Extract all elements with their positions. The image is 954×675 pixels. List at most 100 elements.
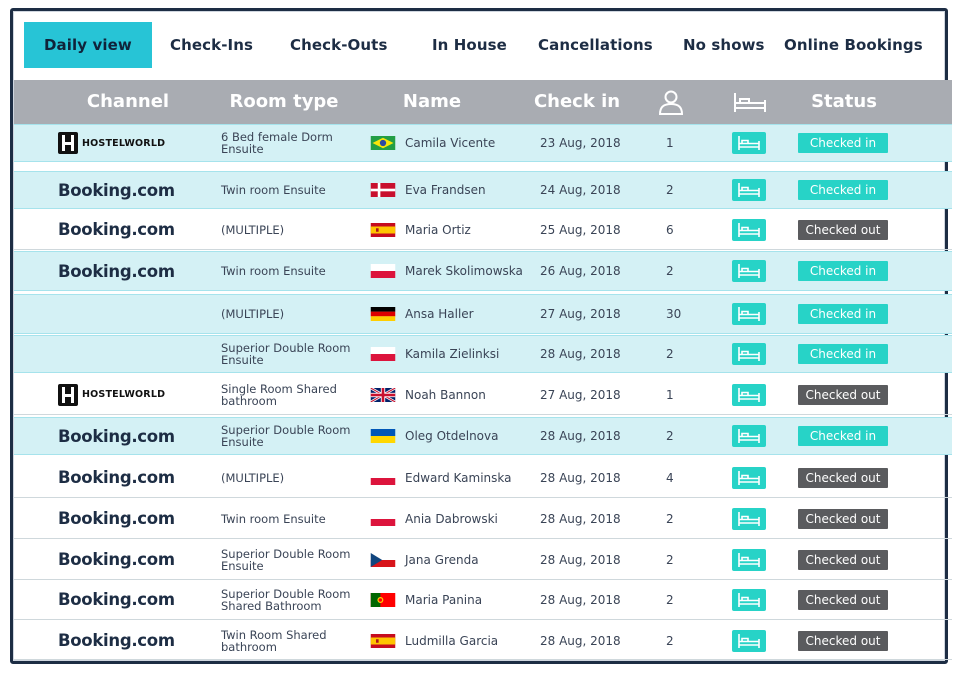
flag-czech-icon xyxy=(370,540,398,579)
table-row[interactable]: Booking.com (MULTIPLE) Maria Ortiz 25 Aug, … xyxy=(14,210,952,250)
hostelworld-logo: HOSTELWORLD xyxy=(58,383,166,406)
hostelworld-wordmark: HOSTELWORLD xyxy=(82,389,166,400)
flag-ukraine-icon xyxy=(370,418,398,454)
bed-icon[interactable] xyxy=(732,466,766,489)
guest-name[interactable]: Edward Kaminska xyxy=(405,458,545,497)
tab-in-house[interactable]: In House xyxy=(432,22,507,68)
channel-cell xyxy=(58,295,218,333)
bed-icon[interactable] xyxy=(732,303,766,325)
channel-cell: Booking.com xyxy=(58,622,218,659)
hostelworld-icon xyxy=(58,132,78,154)
table-row[interactable]: HOSTELWORLD Single Room Shared bathroom No… xyxy=(14,375,952,415)
guest-count: 30 xyxy=(666,307,682,321)
bed-icon[interactable] xyxy=(730,80,770,124)
bed-icon[interactable] xyxy=(732,179,766,201)
bed-cell xyxy=(732,375,768,414)
guest-name[interactable]: Ludmilla Garcia xyxy=(405,622,545,659)
check-in-date: 25 Aug, 2018 xyxy=(540,222,621,237)
bed-icon[interactable] xyxy=(732,588,766,611)
guest-count: 1 xyxy=(666,136,674,150)
table-row[interactable]: Booking.com Superior Double Room Shared B… xyxy=(14,580,952,620)
check-in-date: 24 Aug, 2018 xyxy=(540,183,621,197)
tab-check-outs[interactable]: Check-Outs xyxy=(290,22,387,68)
guest-name[interactable]: Marek Skolimowska xyxy=(405,252,545,290)
table-row[interactable]: Booking.com Superior Double Room Ensuite J… xyxy=(14,540,952,580)
header-room-type[interactable]: Room type xyxy=(214,80,354,124)
check-in-date: 28 Aug, 2018 xyxy=(540,347,621,361)
bed-icon[interactable] xyxy=(732,548,766,571)
status-badge[interactable]: Checked out xyxy=(798,589,888,610)
guest-count: 6 xyxy=(666,222,674,237)
bed-icon[interactable] xyxy=(732,425,766,447)
guest-name[interactable]: Ania Dabrowski xyxy=(405,499,545,538)
table-row[interactable]: Booking.com Twin room Ensuite Eva Frandsen… xyxy=(14,171,952,209)
tab-check-ins[interactable]: Check-Ins xyxy=(170,22,253,68)
check-in-date: 28 Aug, 2018 xyxy=(540,552,621,567)
status-badge[interactable]: Checked in xyxy=(798,344,888,364)
bed-icon[interactable] xyxy=(732,629,766,652)
bed-icon[interactable] xyxy=(732,132,766,154)
table-row[interactable]: (MULTIPLE) Ansa Haller 27 Aug, 2018 30 Check… xyxy=(14,294,952,334)
flag-poland-icon xyxy=(370,336,398,372)
table-row[interactable]: Booking.com Twin room Ensuite Marek Skolim… xyxy=(14,251,952,291)
status-badge[interactable]: Checked in xyxy=(798,426,888,446)
bed-icon[interactable] xyxy=(732,383,766,406)
flag-spain-icon xyxy=(370,210,398,249)
status-badge[interactable]: Checked in xyxy=(798,304,888,324)
guest-name[interactable]: Oleg Otdelnova xyxy=(405,418,545,454)
guest-name[interactable]: Eva Frandsen xyxy=(405,172,545,208)
table-row[interactable]: Booking.com Twin Room Shared bathroom Ludm… xyxy=(14,622,952,660)
guest-name[interactable]: Kamila Zielinksi xyxy=(405,336,545,372)
status-cell: Checked out xyxy=(798,622,890,659)
status-badge[interactable]: Checked out xyxy=(798,219,888,240)
bed-icon[interactable] xyxy=(732,218,766,241)
bed-icon[interactable] xyxy=(732,507,766,530)
table-row[interactable]: Booking.com Twin room Ensuite Ania Dabrows… xyxy=(14,499,952,539)
guest-name[interactable]: Ansa Haller xyxy=(405,295,545,333)
channel-cell: Booking.com xyxy=(58,172,218,208)
booking-com-logo: Booking.com xyxy=(58,180,175,200)
header-check-in[interactable]: Check in xyxy=(522,80,632,124)
room-type-cell: Twin room Ensuite xyxy=(221,511,326,526)
status-badge[interactable]: Checked out xyxy=(798,384,888,405)
flag-poland-icon xyxy=(370,252,398,290)
check-in-date: 27 Aug, 2018 xyxy=(540,307,621,321)
status-badge[interactable]: Checked in xyxy=(798,133,888,153)
channel-cell: Booking.com xyxy=(58,458,218,497)
table-header: Channel Room type Name Check in Status xyxy=(14,80,952,124)
status-badge[interactable]: Checked in xyxy=(798,180,888,200)
bed-icon[interactable] xyxy=(732,260,766,282)
booking-com-logo: Booking.com xyxy=(58,261,175,281)
check-in-date: 26 Aug, 2018 xyxy=(540,264,621,278)
header-name[interactable]: Name xyxy=(372,80,492,124)
status-badge[interactable]: Checked in xyxy=(798,261,888,281)
booking-com-logo: Booking.com xyxy=(58,631,175,650)
guest-count: 2 xyxy=(666,183,674,197)
status-badge[interactable]: Checked out xyxy=(798,549,888,570)
table-row[interactable]: HOSTELWORLD 6 Bed female Dorm Ensuite Cami… xyxy=(14,124,952,162)
person-icon[interactable] xyxy=(656,80,686,124)
guest-name[interactable]: Noah Bannon xyxy=(405,375,545,414)
guest-count: 2 xyxy=(666,633,674,648)
room-type-cell: Single Room Shared bathroom xyxy=(221,381,337,408)
header-status[interactable]: Status xyxy=(800,80,888,124)
status-cell: Checked in xyxy=(798,295,890,333)
status-badge[interactable]: Checked out xyxy=(798,508,888,529)
tab-daily-view[interactable]: Daily view xyxy=(24,22,152,68)
bed-icon[interactable] xyxy=(732,343,766,365)
tab-cancellations[interactable]: Cancellations xyxy=(538,22,653,68)
flag-uk-icon xyxy=(370,375,398,414)
header-channel[interactable]: Channel xyxy=(58,80,198,124)
table-row[interactable]: Booking.com Superior Double Room Ensuite O… xyxy=(14,417,952,455)
guest-name[interactable]: Camila Vicente xyxy=(405,125,545,161)
table-row[interactable]: Superior Double Room Ensuite Kamila Zieli… xyxy=(14,335,952,373)
table-row[interactable]: Booking.com (MULTIPLE) Edward Kaminska 28 A… xyxy=(14,458,952,498)
tab-online-bookings[interactable]: Online Bookings xyxy=(784,22,923,68)
guest-name[interactable]: Maria Panina xyxy=(405,580,545,619)
status-badge[interactable]: Checked out xyxy=(798,467,888,488)
status-badge[interactable]: Checked out xyxy=(798,630,888,651)
room-type-cell: Superior Double Room Ensuite xyxy=(221,423,351,449)
guest-name[interactable]: Jana Grenda xyxy=(405,540,545,579)
tab-no-shows[interactable]: No shows xyxy=(683,22,765,68)
guest-name[interactable]: Maria Ortiz xyxy=(405,210,545,249)
